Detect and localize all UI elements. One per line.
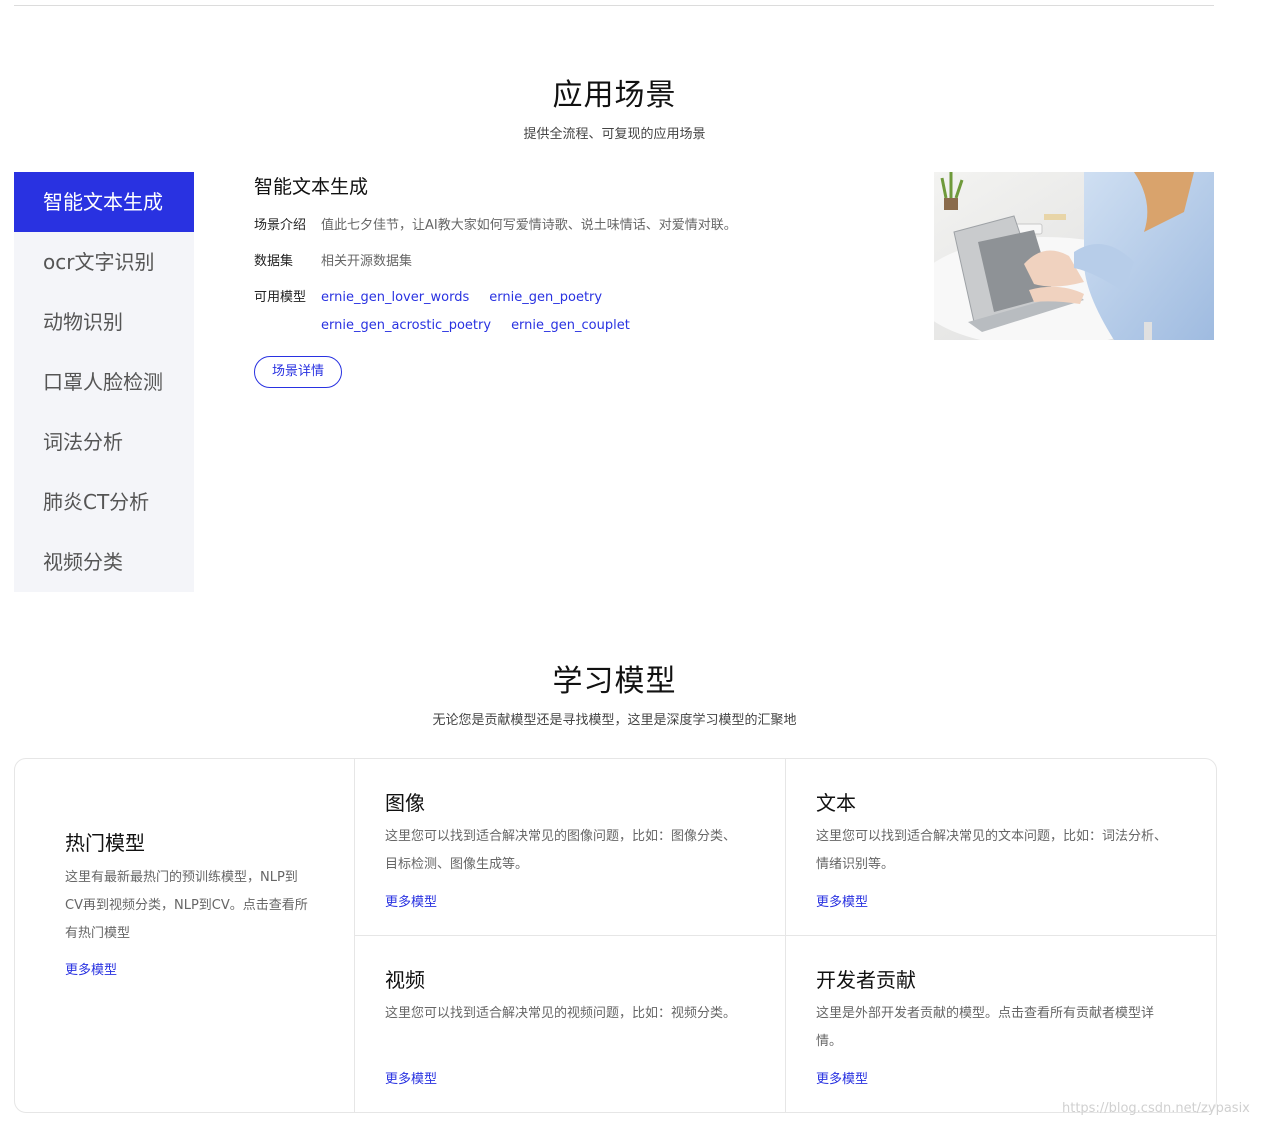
category-desc: 这里您可以找到适合解决常见的图像问题，比如：图像分类、目标检测、图像生成等。 [385, 829, 737, 872]
model-category-grid: 热门模型 这里有最新最热门的预训练模型，NLP到CV再到视频分类，NLP到CV。… [14, 758, 1217, 1113]
category-desc: 这里您可以找到适合解决常见的文本问题，比如：词法分析、情绪识别等。 [816, 829, 1168, 872]
scene-detail-panel: 智能文本生成 场景介绍 值此七夕佳节，让AI教大家如何写爱情诗歌、说土味情话、对… [254, 172, 894, 388]
category-video: 视频 这里您可以找到适合解决常见的视频问题，比如：视频分类。 更多模型 [355, 935, 786, 1112]
category-title: 开发者贡献 [816, 968, 916, 992]
scene-tab-text-generation[interactable]: 智能文本生成 [14, 172, 194, 232]
model-link-couplet[interactable]: ernie_gen_couplet [511, 312, 630, 340]
scenes-section-title: 应用场景 [552, 78, 677, 113]
hot-models-title: 热门模型 [65, 831, 145, 855]
scene-tab-ocr[interactable]: ocr文字识别 [14, 232, 194, 292]
category-developer-more-link[interactable]: 更多模型 [816, 1068, 868, 1087]
scene-intro-row: 场景介绍 值此七夕佳节，让AI教大家如何写爱情诗歌、说土味情话、对爱情对联。 [254, 212, 737, 240]
scene-models-label: 可用模型 [254, 290, 307, 305]
scene-tab-video-classification[interactable]: 视频分类 [14, 532, 194, 592]
scenes-section-subtitle: 提供全流程、可复现的应用场景 [523, 127, 706, 142]
scene-tab-mask-detection[interactable]: 口罩人脸检测 [14, 352, 194, 412]
scene-details-button[interactable]: 场景详情 [254, 356, 342, 388]
category-text: 文本 这里您可以找到适合解决常见的文本问题，比如：词法分析、情绪识别等。 更多模… [785, 759, 1216, 936]
category-title: 文本 [816, 791, 856, 815]
category-desc: 这里您可以找到适合解决常见的视频问题，比如：视频分类。 [385, 1006, 737, 1021]
hot-models-desc: 这里有最新最热门的预训练模型，NLP到CV再到视频分类，NLP到CV。点击查看所… [65, 870, 308, 941]
category-title: 视频 [385, 968, 425, 992]
scene-model-links: ernie_gen_lover_words ernie_gen_poetry e… [321, 284, 791, 340]
laptop-typing-illustration [934, 172, 1214, 340]
category-image-more-link[interactable]: 更多模型 [385, 891, 437, 910]
hot-models-panel: 热门模型 这里有最新最热门的预训练模型，NLP到CV再到视频分类，NLP到CV。… [15, 759, 355, 1112]
scene-intro-value: 值此七夕佳节，让AI教大家如何写爱情诗歌、说土味情话、对爱情对联。 [321, 218, 737, 233]
scene-dataset-value: 相关开源数据集 [321, 254, 413, 269]
watermark-text: https://blog.csdn.net/zypasix [1062, 1101, 1250, 1116]
model-link-poetry[interactable]: ernie_gen_poetry [489, 284, 602, 312]
scene-intro-label: 场景介绍 [254, 218, 307, 233]
models-section-subtitle: 无论您是贡献模型还是寻找模型，这里是深度学习模型的汇聚地 [432, 713, 797, 728]
scene-tab-animal-recognition[interactable]: 动物识别 [14, 292, 194, 352]
scene-tab-lexical-analysis[interactable]: 词法分析 [14, 412, 194, 472]
category-title: 图像 [385, 791, 425, 815]
scene-sidebar: 智能文本生成 ocr文字识别 动物识别 口罩人脸检测 词法分析 肺炎CT分析 视… [14, 172, 194, 592]
scene-tab-pneumonia-ct[interactable]: 肺炎CT分析 [14, 472, 194, 532]
category-desc: 这里是外部开发者贡献的模型。点击查看所有贡献者模型详情。 [816, 1006, 1155, 1049]
model-link-lover-words[interactable]: ernie_gen_lover_words [321, 284, 469, 312]
scene-dataset-label: 数据集 [254, 254, 294, 269]
category-text-more-link[interactable]: 更多模型 [816, 891, 868, 910]
hot-models-more-link[interactable]: 更多模型 [65, 959, 117, 978]
models-section-title: 学习模型 [552, 664, 677, 699]
scene-detail-title: 智能文本生成 [254, 176, 369, 198]
scene-dataset-row: 数据集 相关开源数据集 [254, 248, 412, 276]
scene-models-row: 可用模型 ernie_gen_lover_words ernie_gen_poe… [254, 284, 791, 340]
category-developer-contrib: 开发者贡献 这里是外部开发者贡献的模型。点击查看所有贡献者模型详情。 更多模型 [785, 935, 1216, 1112]
model-link-acrostic-poetry[interactable]: ernie_gen_acrostic_poetry [321, 312, 491, 340]
category-video-more-link[interactable]: 更多模型 [385, 1068, 437, 1087]
category-image: 图像 这里您可以找到适合解决常见的图像问题，比如：图像分类、目标检测、图像生成等… [355, 759, 786, 936]
top-divider [14, 5, 1214, 6]
